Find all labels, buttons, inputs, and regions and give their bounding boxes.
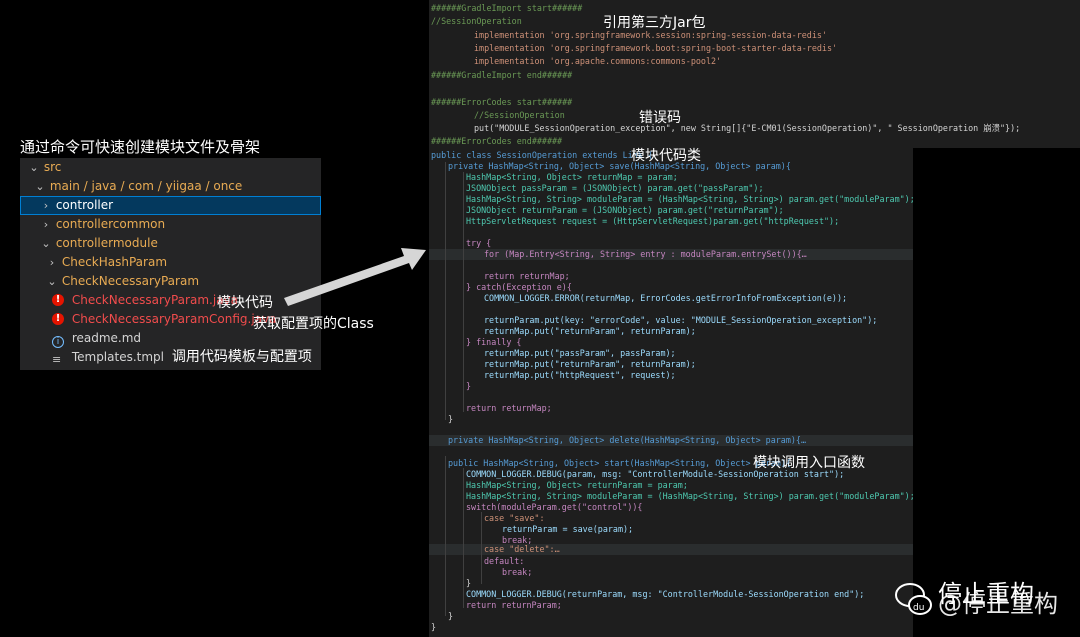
code-line: } catch(Exception e){ (466, 282, 572, 292)
indent-guide (445, 162, 446, 420)
tree-item-label: controllermodule (55, 236, 158, 250)
code-line: } (466, 381, 472, 391)
code-line: implementation 'org.springframework.boot… (474, 43, 838, 53)
code-line: private HashMap<String, Object> save(Has… (448, 161, 791, 171)
java-error-icon (52, 290, 64, 309)
tree-item-label: main / java / com / yiigaa / once (49, 179, 243, 193)
tree-item-label: readme.md (71, 331, 142, 345)
code-line: //SessionOperation (431, 16, 522, 26)
code-line: ######ErrorCodes start###### (431, 97, 573, 107)
code-line: return returnMap; (484, 271, 570, 281)
annotation-module-code: 模块代码 (217, 295, 273, 311)
annotation-errcode: 错误码 (639, 110, 681, 126)
java-error-icon (52, 309, 64, 328)
code-line: private HashMap<String, Object> delete(H… (448, 435, 806, 445)
code-line: HashMap<String, Object> returnMap = para… (466, 172, 678, 182)
code-line: COMMON_LOGGER.DEBUG(returnParam, msg: "C… (466, 589, 865, 599)
code-line: returnMap.put("passParam", passParam); (484, 348, 676, 358)
code-line: } (431, 622, 437, 632)
code-line: switch(moduleParam.get("control")){ (466, 502, 643, 512)
code-line: return returnParam; (466, 600, 562, 610)
tree-item-label: CheckNecessaryParam (61, 274, 200, 288)
code-line: returnMap.put("httpRequest", request); (484, 370, 676, 380)
watermark-text-front: @停止重构 (938, 590, 1058, 618)
annotation-entry: 模块调用入口函数 (753, 455, 865, 471)
tree-item-package-path[interactable]: ⌄ main / java / com / yiigaa / once (20, 177, 321, 196)
chevron-right-icon: › (43, 218, 49, 231)
code-line: } (466, 578, 472, 588)
code-line: for (Map.Entry<String, String> entry : m… (484, 249, 807, 259)
tree-item-checkhashparam[interactable]: › CheckHashParam (20, 253, 321, 272)
code-line: ######ErrorCodes end###### (431, 136, 563, 146)
code-line: returnParam = save(param); (502, 524, 634, 534)
code-line: ######GradleImport end###### (431, 70, 573, 80)
explorer-caption: 通过命令可快速创建模块文件及骨架 (20, 138, 261, 156)
code-line: HashMap<String, Object> returnParam = pa… (466, 480, 688, 490)
code-line: COMMON_LOGGER.ERROR(returnMap, ErrorCode… (484, 293, 848, 303)
code-line: } (448, 414, 454, 424)
svg-text:du: du (913, 603, 924, 613)
watermark: du 停止重构 @停止重构 (893, 570, 1073, 630)
chevron-down-icon: ⌄ (47, 275, 57, 288)
code-line: returnMap.put("returnParam", returnParam… (484, 359, 696, 369)
annotation-config-class: 获取配置项的Class (253, 316, 374, 332)
code-line: case "delete":… (484, 544, 560, 554)
info-icon: i (52, 336, 64, 348)
tree-item-src[interactable]: ⌄ src (20, 158, 321, 177)
code-line: public class SessionOperation extends Li… (431, 150, 653, 160)
indent-guide (463, 172, 464, 412)
tree-item-controllermodule[interactable]: ⌄ controllermodule (20, 234, 321, 253)
arrow-icon (284, 248, 426, 306)
text-file-icon: ≡ (52, 353, 62, 366)
indent-guide (463, 468, 464, 608)
wechat-icon: du (895, 583, 932, 615)
code-line: HttpServletRequest request = (HttpServle… (466, 216, 840, 226)
chevron-down-icon: ⌄ (29, 161, 39, 174)
code-editor[interactable]: ######GradleImport start###### //Session… (429, 0, 1080, 637)
tree-item-label: CheckNecessaryParam.java (71, 293, 238, 307)
indent-guide (445, 456, 446, 616)
code-line: put("MODULE_SessionOperation_exception",… (474, 123, 1021, 133)
tree-item-label: src (43, 160, 62, 174)
file-explorer: ⌄ src ⌄ main / java / com / yiigaa / onc… (20, 158, 321, 370)
tree-item-label: CheckNecessaryParamConfig.java (71, 312, 277, 326)
tree-item-label: controller (55, 198, 114, 212)
tree-item-label: controllercommon (55, 217, 166, 231)
tree-item-controller[interactable]: › controller (20, 196, 321, 215)
code-line: break; (502, 567, 533, 577)
code-line: case "save": (484, 513, 545, 523)
chevron-down-icon: ⌄ (35, 180, 45, 193)
code-line: return returnMap; (466, 403, 552, 413)
tree-item-checknecessaryparam-java[interactable]: CheckNecessaryParam.java (20, 290, 321, 310)
code-line: public HashMap<String, Object> start(Has… (448, 458, 791, 468)
code-line: } (448, 611, 454, 621)
code-line: } finally { (466, 337, 522, 347)
code-line: //SessionOperation (474, 110, 565, 120)
code-line: HashMap<String, String> moduleParam = (H… (466, 491, 915, 501)
annotation-jar: 引用第三方Jar包 (603, 15, 706, 31)
code-line: default: (484, 556, 525, 566)
indent-guide (481, 512, 482, 584)
code-line: ######GradleImport start###### (431, 3, 583, 13)
code-line: HashMap<String, String> moduleParam = (H… (466, 194, 915, 204)
code-line: returnParam.put(key: "errorCode", value:… (484, 315, 878, 325)
code-line: JSONObject passParam = (JSONObject) para… (466, 183, 764, 193)
code-line: try { (466, 238, 492, 248)
code-line: returnMap.put("returnParam", returnParam… (484, 326, 696, 336)
tree-item-templates[interactable]: ≡ Templates.tmpl 调用代码模板与配置项 (20, 348, 321, 367)
chevron-down-icon: ⌄ (41, 237, 51, 250)
code-line: implementation 'org.apache.commons:commo… (474, 56, 722, 66)
tree-item-label: Templates.tmpl (71, 350, 164, 364)
code-line: JSONObject returnParam = (JSONObject) pa… (466, 205, 784, 215)
annotation-module-class: 模块代码类 (631, 148, 701, 164)
tree-item-label: CheckHashParam (61, 255, 168, 269)
tree-item-controllercommon[interactable]: › controllercommon (20, 215, 321, 234)
tree-item-checknecessaryparam[interactable]: ⌄ CheckNecessaryParam (20, 272, 321, 291)
chevron-right-icon: › (49, 256, 55, 269)
annotation-templates: 调用代码模板与配置项 (171, 349, 312, 365)
chevron-right-icon: › (43, 199, 49, 212)
